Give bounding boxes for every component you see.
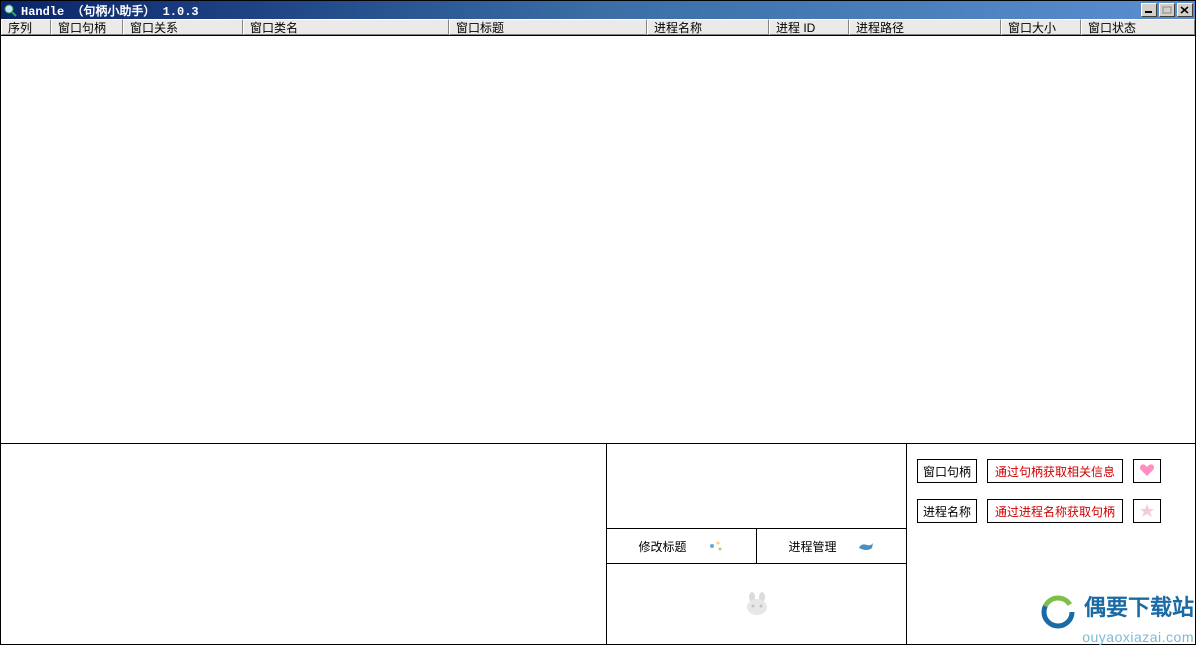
procname-row: 进程名称 通过进程名称获取句柄 [917, 499, 1185, 523]
modify-title-button[interactable]: 修改标题 [607, 529, 756, 563]
handle-label: 窗口句柄 [917, 459, 977, 483]
star-icon [1139, 503, 1155, 520]
heart-icon-box[interactable] [1133, 459, 1161, 483]
col-winstate[interactable]: 窗口状态 [1081, 19, 1195, 35]
minimize-button[interactable] [1141, 3, 1157, 17]
process-mgmt-label: 进程管理 [788, 538, 836, 555]
close-button[interactable] [1177, 3, 1193, 17]
content-area: 序列 窗口句柄 窗口关系 窗口类名 窗口标题 进程名称 进程 ID 进程路径 窗… [1, 19, 1195, 644]
window-controls [1141, 3, 1195, 17]
get-by-handle-button[interactable]: 通过句柄获取相关信息 [987, 459, 1123, 483]
get-by-procname-button[interactable]: 通过进程名称获取句柄 [987, 499, 1123, 523]
handle-row: 窗口句柄 通过句柄获取相关信息 [917, 459, 1185, 483]
window-title: Handle （句柄小助手） 1.0.3 [21, 2, 1141, 19]
mid-top-area [607, 444, 906, 528]
bottom-mid-pane: 修改标题 进程管理 [607, 444, 907, 644]
col-seq[interactable]: 序列 [1, 19, 51, 35]
mid-bottom-area [607, 564, 906, 644]
col-classname[interactable]: 窗口类名 [243, 19, 449, 35]
col-procpath[interactable]: 进程路径 [849, 19, 1001, 35]
bunny-icon [742, 591, 772, 617]
bottom-left-pane [1, 444, 607, 644]
maximize-button[interactable] [1159, 3, 1175, 17]
whale-icon [857, 539, 875, 553]
procname-label: 进程名称 [917, 499, 977, 523]
col-pid[interactable]: 进程 ID [769, 19, 849, 35]
list-view[interactable] [1, 36, 1195, 443]
star-icon-box[interactable] [1133, 499, 1161, 523]
title-bar: Handle （句柄小助手） 1.0.3 [1, 1, 1195, 19]
col-title[interactable]: 窗口标题 [449, 19, 647, 35]
magnifier-icon [3, 3, 17, 17]
column-headers: 序列 窗口句柄 窗口关系 窗口类名 窗口标题 进程名称 进程 ID 进程路径 窗… [1, 19, 1195, 36]
bottom-panel: 修改标题 进程管理 [1, 443, 1195, 644]
process-mgmt-button[interactable]: 进程管理 [756, 529, 906, 563]
heart-icon [1139, 463, 1155, 480]
sparkle-icon [707, 539, 725, 553]
col-winsize[interactable]: 窗口大小 [1001, 19, 1081, 35]
mid-button-row: 修改标题 进程管理 [607, 528, 906, 564]
app-window: Handle （句柄小助手） 1.0.3 序列 窗口句柄 窗口关系 窗口类名 窗… [0, 0, 1196, 645]
col-procname[interactable]: 进程名称 [647, 19, 769, 35]
modify-title-label: 修改标题 [638, 538, 686, 555]
col-handle[interactable]: 窗口句柄 [51, 19, 123, 35]
bottom-right-pane: 窗口句柄 通过句柄获取相关信息 进程名称 通过进程名称获取句柄 [907, 444, 1195, 644]
col-relation[interactable]: 窗口关系 [123, 19, 243, 35]
